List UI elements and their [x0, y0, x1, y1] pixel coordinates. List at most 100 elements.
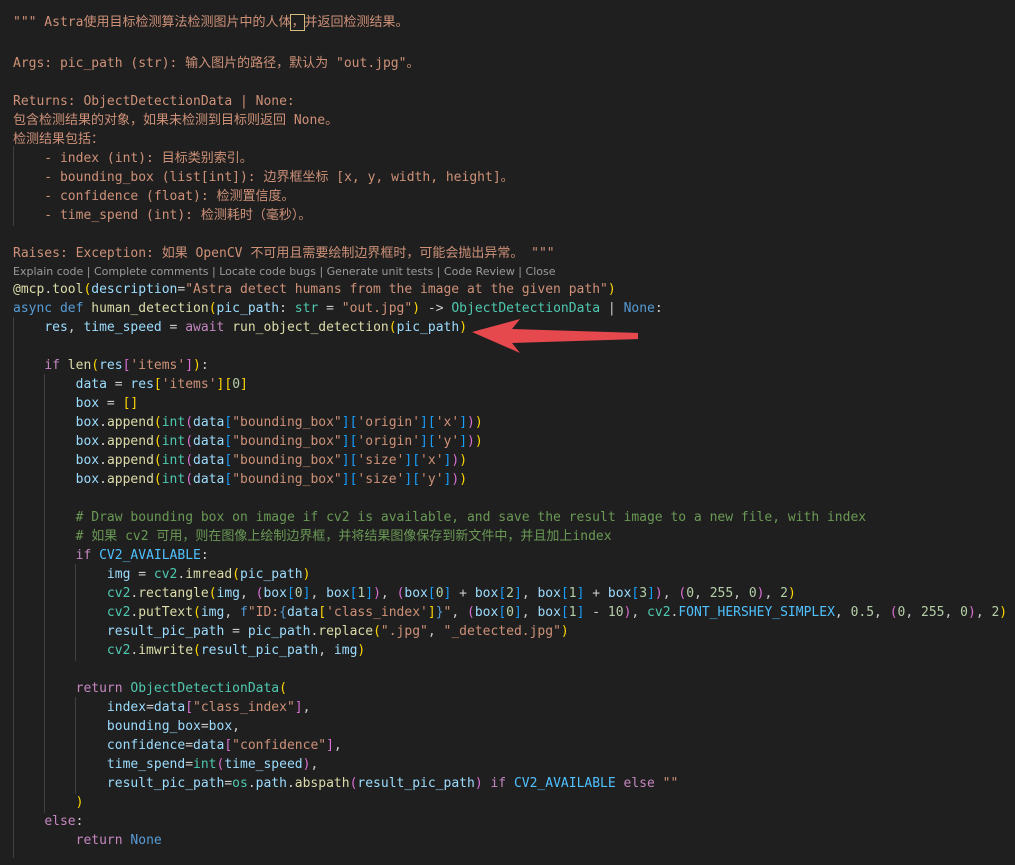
- code-token: ]: [459, 434, 468, 449]
- code-token: ,: [694, 586, 710, 601]
- code-line[interactable]: bounding_box=box,: [13, 717, 240, 736]
- code-line[interactable]: if len(res['items']):: [13, 356, 208, 375]
- code-token: 检测结果包括：: [13, 132, 105, 147]
- code-token: box: [537, 586, 561, 601]
- code-token: "_detected.jpg": [443, 624, 561, 639]
- code-line[interactable]: box.append(int(data["bounding_box"]['siz…: [13, 451, 467, 470]
- code-token: {: [279, 605, 287, 620]
- codelens-explain-code[interactable]: Explain code: [13, 265, 83, 278]
- code-token: ]: [427, 605, 436, 620]
- code-token: ): [451, 453, 460, 468]
- code-token: (: [185, 453, 194, 468]
- code-line[interactable]: cv2.putText(img, f"ID:{data['class_index…: [13, 603, 1007, 622]
- code-line[interactable]: result_pic_path=os.path.abspath(result_p…: [13, 774, 678, 793]
- code-token: int: [193, 757, 217, 772]
- code-line[interactable]: @mcp.tool(description="Astra detect huma…: [13, 280, 616, 299]
- code-line[interactable]: async def human_detection(pic_path: str …: [13, 299, 663, 318]
- code-line[interactable]: else:: [13, 812, 83, 831]
- code-line[interactable]: confidence=data["confidence"],: [13, 736, 342, 755]
- code-line[interactable]: return ObjectDetectionData(: [13, 679, 287, 698]
- code-token: else: [44, 814, 76, 829]
- code-token: cv2: [647, 605, 671, 620]
- code-token: data: [193, 738, 225, 753]
- code-token: :: [279, 301, 295, 316]
- codelens-generate-unit-tests[interactable]: Generate unit tests: [327, 265, 434, 278]
- code-line[interactable]: img = cv2.imread(pic_path): [13, 565, 311, 584]
- code-line[interactable]: data = res['items'][0]: [13, 375, 248, 394]
- code-line[interactable]: # Draw bounding box on image if cv2 is a…: [13, 508, 867, 527]
- code-line[interactable]: res, time_speed = await run_object_detec…: [13, 318, 467, 337]
- code-line[interactable]: box = []: [13, 394, 139, 413]
- code-token: .: [99, 415, 107, 430]
- code-token: ): [787, 586, 796, 601]
- code-token: =: [185, 757, 194, 772]
- code-token: 0: [960, 605, 968, 620]
- code-token: 并返回检测结果。: [304, 15, 409, 30]
- code-line[interactable]: # 如果 cv2 可用，则在图像上绘制边界框，并将结果图像保存到新文件中，并且加…: [13, 527, 612, 546]
- code-token: box: [75, 434, 100, 449]
- code-line[interactable]: 包含检测结果的对象，如果未检测到目标则返回 None。: [13, 111, 338, 130]
- code-token: """ Astra使用目标检测算法检测图片中的人体: [13, 15, 292, 30]
- code-line[interactable]: ): [13, 793, 84, 812]
- code-line[interactable]: Args: pic_path (str): 输入图片的路径，默认为 "out.j…: [13, 54, 419, 73]
- code-line[interactable]: index=data["class_index"],: [13, 698, 311, 717]
- code-token: - bounding_box (list[int]): 边界框坐标 [x, y,…: [13, 170, 514, 185]
- code-token: 'items': [130, 358, 186, 373]
- code-token: ]: [513, 586, 522, 601]
- code-editor[interactable]: """ Astra使用目标检测算法检测图片中的人体，并返回检测结果。 Args: …: [0, 0, 1015, 865]
- code-line[interactable]: - bounding_box (list[int]): 边界框坐标 [x, y,…: [13, 168, 514, 187]
- code-line[interactable]: if CV2_AVAILABLE:: [13, 546, 209, 565]
- code-token: "ID:: [247, 605, 280, 620]
- codelens-complete-comments[interactable]: Complete comments: [94, 265, 209, 278]
- code-token: "bounding_box": [232, 434, 342, 449]
- code-line[interactable]: - time_spend (int): 检测耗时（毫秒）。: [13, 206, 311, 225]
- code-token: ]: [420, 434, 428, 449]
- code-line[interactable]: cv2.rectangle(img, (box[0], box[1]), (bo…: [13, 584, 796, 603]
- code-line[interactable]: - confidence (float): 检测置信度。: [13, 187, 294, 206]
- code-token: ]: [341, 472, 350, 487]
- code-token: +: [451, 586, 475, 601]
- code-token: []: [122, 396, 139, 411]
- code-token: box: [474, 605, 499, 620]
- codelens-close[interactable]: Close: [526, 265, 556, 278]
- code-line[interactable]: Raises: Exception: 如果 OpenCV 不可用且需要绘制边界框…: [13, 244, 555, 263]
- code-token: rectangle: [138, 586, 209, 601]
- code-token: ): [193, 358, 201, 373]
- code-line[interactable]: - index (int): 目标类别索引。: [13, 149, 252, 168]
- red-arrow-annotation: [472, 319, 638, 353]
- code-token: tool: [52, 282, 84, 297]
- code-line[interactable]: box.append(int(data["bounding_box"]['ori…: [13, 432, 483, 451]
- code-line[interactable]: box.append(int(data["bounding_box"]['siz…: [13, 470, 467, 489]
- code-token: data: [193, 453, 225, 468]
- codelens-code-review[interactable]: Code Review: [444, 265, 515, 278]
- code-token: description: [91, 282, 178, 297]
- code-token: 'origin': [357, 434, 421, 449]
- code-line[interactable]: result_pic_path = pic_path.replace(".jpg…: [13, 622, 569, 641]
- code-token: imread: [185, 567, 233, 582]
- code-token: ]: [365, 586, 374, 601]
- code-line[interactable]: return None: [13, 831, 162, 850]
- codelens-locate-code-bugs[interactable]: Locate code bugs: [219, 265, 316, 278]
- code-token: str: [294, 301, 319, 316]
- code-line[interactable]: 检测结果包括：: [13, 130, 104, 149]
- code-token: [: [412, 472, 421, 487]
- code-line[interactable]: Returns: ObjectDetectionData | None:: [13, 92, 295, 111]
- code-line[interactable]: """ Astra使用目标检测算法检测图片中的人体，并返回检测结果。: [13, 13, 408, 32]
- code-token: +: [584, 586, 608, 601]
- code-token: ): [451, 472, 460, 487]
- code-token: ObjectDetectionData: [130, 681, 280, 696]
- code-token: :: [654, 301, 663, 316]
- code-line[interactable]: box.append(int(data["bounding_box"]['ori…: [13, 413, 483, 432]
- code-line[interactable]: cv2.imwrite(result_pic_path, img): [13, 641, 365, 660]
- code-token: img: [333, 643, 358, 658]
- code-token: }: [435, 605, 444, 620]
- code-line[interactable]: time_spend=int(time_speed),: [13, 755, 318, 774]
- code-token: Returns: ObjectDetectionData | None:: [13, 94, 295, 109]
- code-token: append: [106, 453, 154, 468]
- code-token: 0: [232, 377, 241, 392]
- code-token: ): [467, 415, 475, 430]
